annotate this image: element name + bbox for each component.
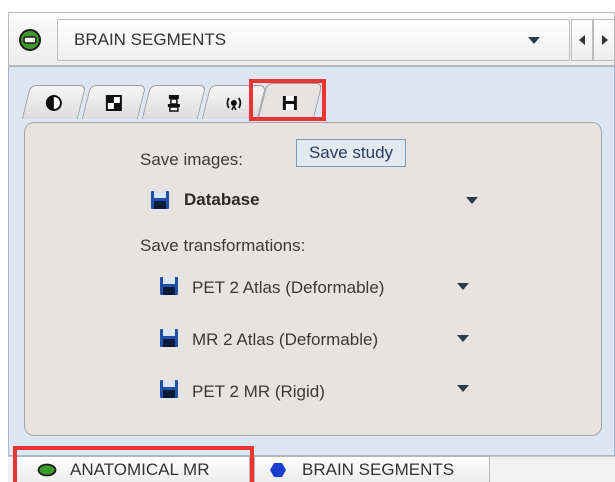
floppy-icon — [150, 190, 170, 210]
blue-hexagon-icon — [270, 463, 286, 477]
previous-study-button[interactable] — [571, 19, 593, 61]
next-study-button[interactable] — [593, 19, 615, 61]
images-target-value[interactable]: Database — [184, 190, 260, 210]
save-tab-highlight — [249, 79, 326, 121]
study-selector-value: BRAIN SEGMENTS — [74, 30, 227, 49]
save-study-button[interactable]: Save study — [296, 139, 406, 167]
segment-green-icon[interactable] — [18, 28, 42, 52]
chevron-down-icon[interactable] — [457, 283, 469, 290]
arrow-left-icon — [579, 35, 585, 45]
tab-display[interactable] — [21, 85, 87, 119]
transformation-mr-atlas[interactable]: MR 2 Atlas (Deformable) — [192, 330, 378, 350]
tab-layout[interactable] — [81, 85, 147, 119]
save-transformations-label: Save transformations: — [140, 236, 306, 255]
study-selector-dropdown[interactable]: BRAIN SEGMENTS — [57, 19, 570, 61]
arrow-right-icon — [602, 35, 608, 45]
chevron-down-icon[interactable] — [528, 37, 540, 44]
floppy-icon — [159, 379, 179, 399]
study-selector-bar: BRAIN SEGMENTS — [8, 12, 615, 66]
chevron-down-icon[interactable] — [457, 335, 469, 342]
transformation-pet-mr[interactable]: PET 2 MR (Rigid) — [192, 382, 325, 402]
floppy-icon — [159, 276, 179, 296]
tab-acquisition[interactable] — [141, 85, 207, 119]
chevron-down-icon[interactable] — [466, 197, 478, 204]
tab-brain-segments[interactable]: BRAIN SEGMENTS — [254, 456, 490, 482]
tab-brain-segments-label: BRAIN SEGMENTS — [302, 460, 455, 479]
layout-grid-icon — [105, 94, 122, 111]
chevron-down-icon[interactable] — [457, 385, 469, 392]
contrast-icon — [45, 94, 62, 111]
scanner-icon — [167, 94, 180, 112]
save-images-label: Save images: — [140, 150, 243, 169]
transformation-pet-atlas[interactable]: PET 2 Atlas (Deformable) — [192, 278, 384, 298]
anatomical-tab-highlight — [13, 446, 254, 482]
radiation-icon — [226, 97, 242, 110]
floppy-icon — [159, 328, 179, 348]
